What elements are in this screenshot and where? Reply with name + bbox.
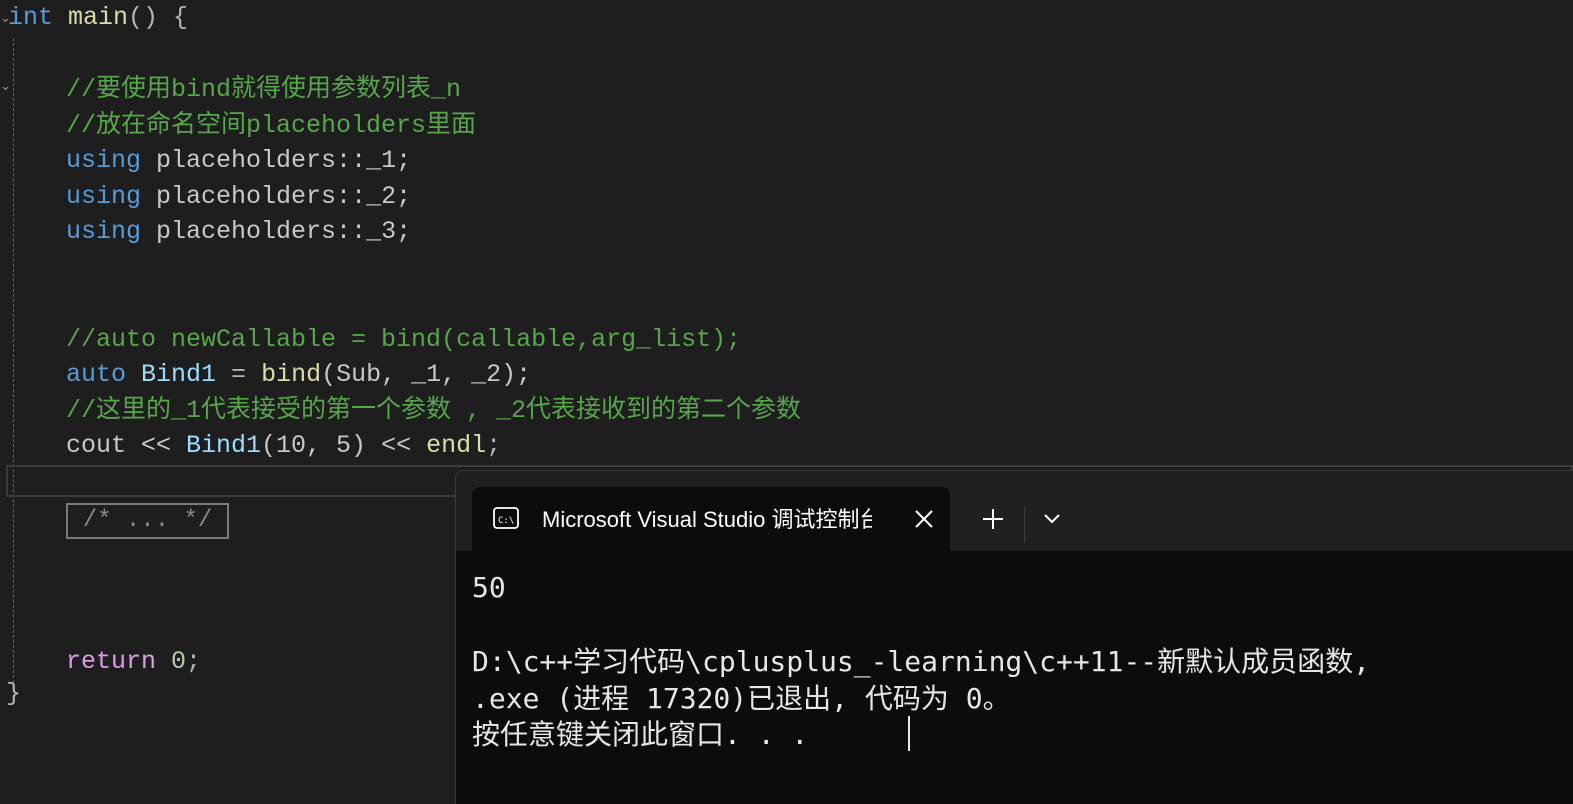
identifier: placeholders::_1; — [156, 146, 412, 175]
keyword: return — [66, 647, 157, 676]
code-comment: //这里的_1代表接受的第一个参数 , _2代表接收到的第二个参数 — [66, 396, 802, 425]
code-line-return: return 0; — [66, 644, 201, 680]
identifier: endl — [426, 431, 487, 460]
chevron-down-icon[interactable] — [1038, 501, 1066, 537]
plus-icon[interactable] — [977, 501, 1009, 537]
code-line-using: using placeholders::_2; — [66, 179, 411, 215]
keyword: using — [66, 146, 142, 175]
code-line-main: int main() { — [8, 0, 188, 36]
fold-guide-line — [13, 38, 14, 693]
code-comment: //放在命名空间placeholders里面 — [66, 111, 477, 140]
function-name: bind — [261, 360, 322, 389]
console-icon: C:\ — [493, 507, 519, 529]
operator: = — [216, 360, 262, 389]
number: 0 — [171, 647, 187, 676]
code-line-bind: auto Bind1 = bind(Sub, _1, _2); — [66, 357, 531, 393]
arguments: (Sub, _1, _2); — [321, 360, 532, 389]
identifier: placeholders::_2; — [156, 182, 412, 211]
code-comment: //auto newCallable = bind(callable,arg_l… — [66, 325, 742, 354]
variable: Bind1 — [141, 360, 217, 389]
tab-title: Microsoft Visual Studio 调试控制台 — [542, 507, 872, 532]
terminal-tab-bar: C:\ Microsoft Visual Studio 调试控制台 — [456, 471, 1573, 551]
fold-toggle-icon[interactable]: ⌄ — [0, 80, 11, 93]
output-line: 按任意键关闭此窗口. . . — [472, 718, 809, 751]
output-line: .exe (进程 17320)已退出, 代码为 0。 — [472, 682, 1011, 715]
svg-text:C:\: C:\ — [498, 516, 514, 526]
code-line-using: using placeholders::_3; — [66, 214, 411, 250]
code-comment: //要使用bind就得使用参数列表_n — [66, 75, 462, 104]
identifier: placeholders::_3; — [156, 217, 412, 246]
variable: Bind1 — [186, 431, 262, 460]
terminal-window[interactable]: C:\ Microsoft Visual Studio 调试控制台 50 D:\… — [455, 470, 1573, 804]
collapsed-region[interactable]: /* ... */ — [66, 503, 229, 539]
function-name: main — [68, 3, 129, 32]
close-icon[interactable] — [912, 505, 936, 533]
output-line: 50 — [472, 571, 506, 604]
keyword: using — [66, 217, 142, 246]
punctuation: ; — [486, 431, 502, 460]
keyword: using — [66, 182, 142, 211]
code-line-using: using placeholders::_1; — [66, 143, 411, 179]
terminal-tab[interactable]: C:\ Microsoft Visual Studio 调试控制台 — [472, 487, 950, 551]
tab-separator — [1024, 507, 1025, 543]
arguments: (10, 5) << — [261, 431, 427, 460]
punctuation: ; — [186, 647, 202, 676]
text-caret — [908, 716, 910, 751]
code-line-cout: cout << Bind1(10, 5) << endl; — [66, 428, 501, 464]
close-brace: } — [6, 679, 22, 708]
keyword: auto — [66, 360, 127, 389]
punctuation: () { — [128, 3, 189, 32]
identifier: cout << — [66, 431, 187, 460]
keyword: int — [8, 3, 54, 32]
output-line: D:\c++学习代码\cplusplus_-learning\c++11--新默… — [472, 645, 1371, 678]
